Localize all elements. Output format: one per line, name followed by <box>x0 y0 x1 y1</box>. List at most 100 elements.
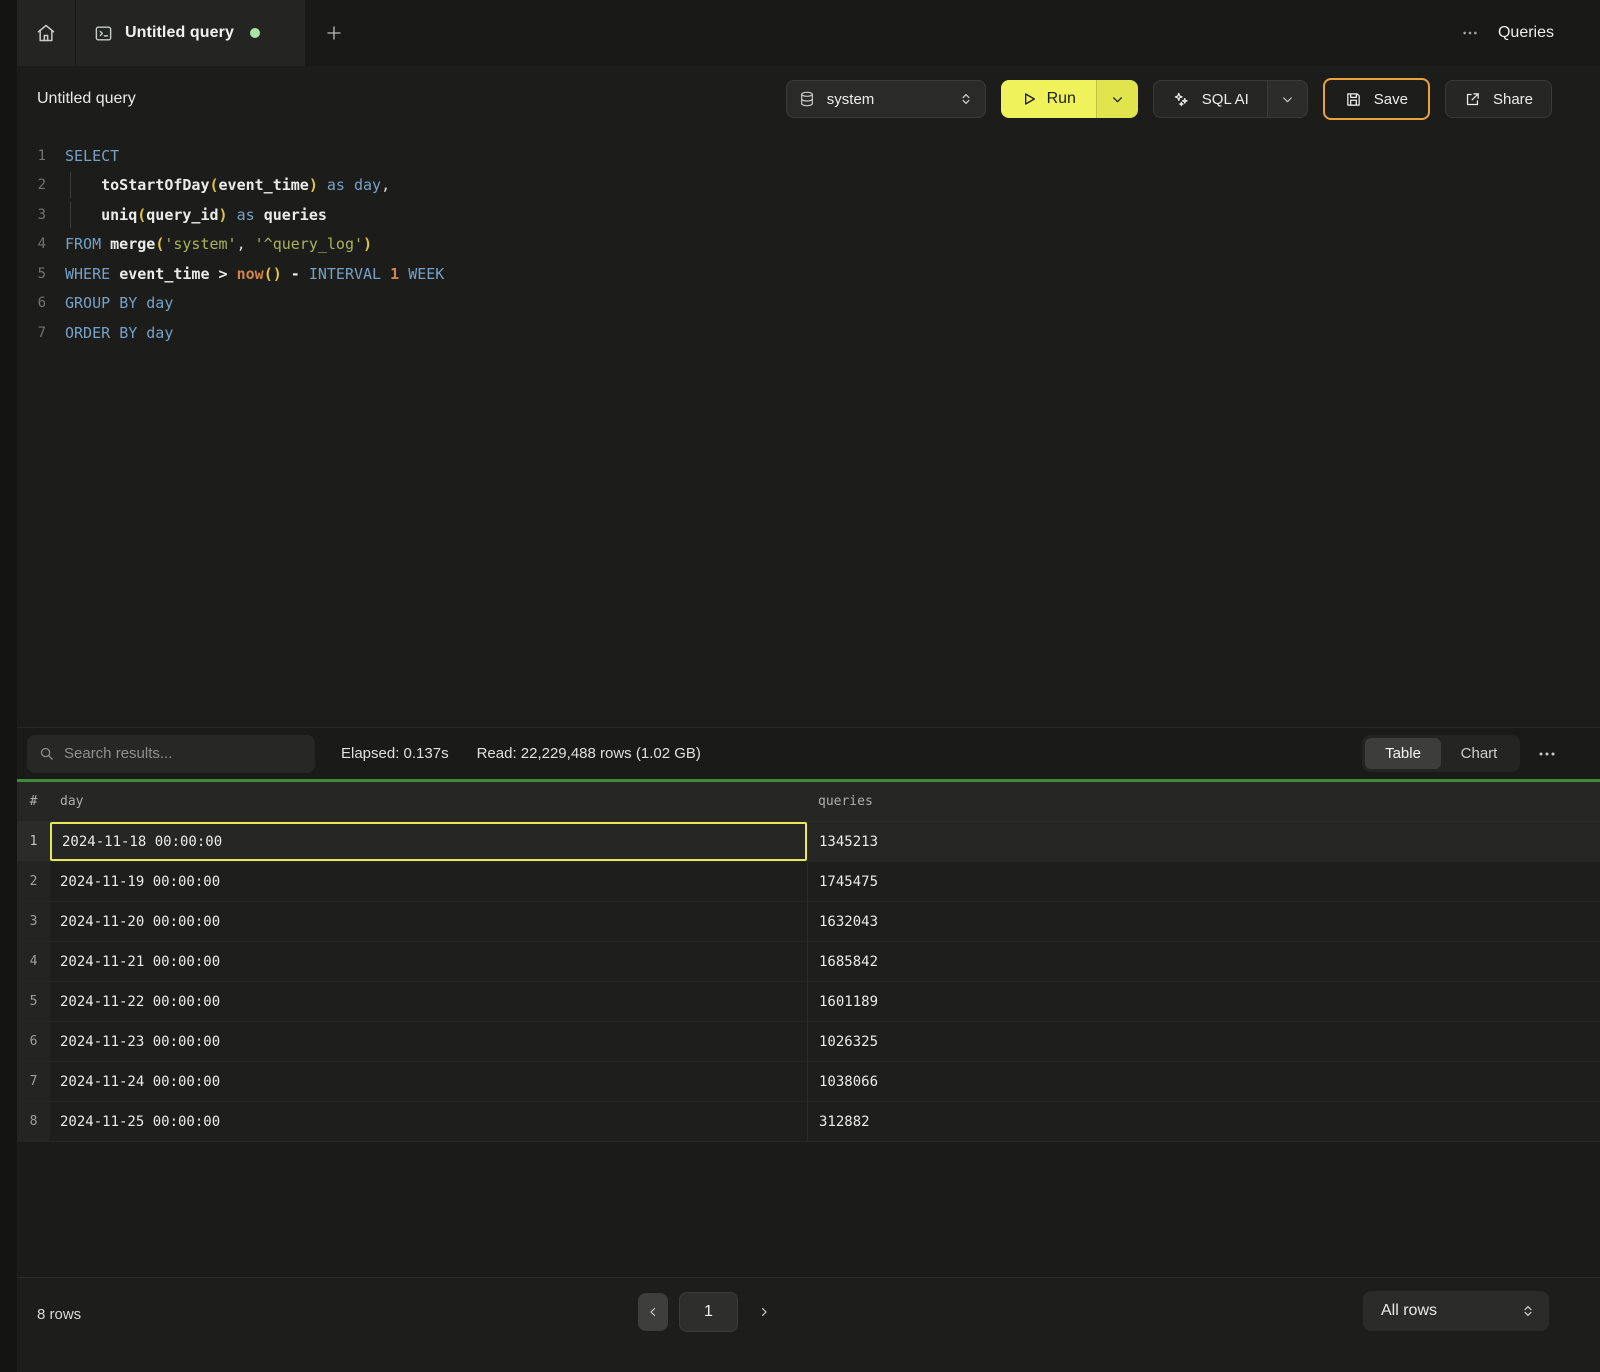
sql-ai-options-button[interactable] <box>1267 81 1307 117</box>
table-row: 12024-11-18 00:00:001345213 <box>17 822 1600 862</box>
day-cell[interactable]: 2024-11-20 00:00:00 <box>50 902 807 941</box>
share-button[interactable]: Share <box>1445 80 1552 118</box>
search-results-input[interactable] <box>64 745 303 762</box>
row-index-cell[interactable]: 4 <box>17 942 50 981</box>
toolbar-actions: system Run <box>786 78 1552 120</box>
search-icon <box>39 746 54 761</box>
queries-button[interactable]: Queries <box>1498 24 1554 42</box>
terminal-icon <box>94 24 113 43</box>
day-cell[interactable]: 2024-11-23 00:00:00 <box>50 1022 807 1061</box>
results-toolbar: Elapsed: 0.137s Read: 22,229,488 rows (1… <box>0 727 1600 779</box>
ellipsis-icon <box>1538 745 1556 763</box>
page-size-selector[interactable]: All rows <box>1363 1291 1549 1331</box>
results-empty-space <box>0 1142 1600 1277</box>
chevron-updown-icon <box>1521 1303 1535 1319</box>
row-count-label: 8 rows <box>37 1306 81 1323</box>
day-cell[interactable]: 2024-11-24 00:00:00 <box>50 1062 807 1101</box>
code-line[interactable]: 7ORDER BY day <box>0 318 1600 348</box>
table-row: 32024-11-20 00:00:001632043 <box>17 902 1600 942</box>
code-line[interactable]: 2 toStartOfDay(event_time) as day, <box>0 171 1600 201</box>
column-header-day[interactable]: day <box>50 794 807 809</box>
sparkles-icon <box>1172 90 1190 108</box>
elapsed-stat: Elapsed: 0.137s <box>341 745 449 762</box>
queries-cell[interactable]: 1038066 <box>807 1062 1600 1101</box>
view-toggle: Table Chart <box>1362 735 1520 772</box>
sql-editor[interactable]: 1SELECT2 toStartOfDay(event_time) as day… <box>0 132 1600 727</box>
tabbar-right-group: Queries <box>1462 0 1600 66</box>
code-text: WHERE event_time > now() - INTERVAL 1 WE… <box>46 265 444 283</box>
pagination: 1 <box>638 1292 779 1332</box>
left-edge-gutter <box>0 0 17 1372</box>
column-header-queries[interactable]: queries <box>807 794 1600 809</box>
table-row: 42024-11-21 00:00:001685842 <box>17 942 1600 982</box>
chevron-down-icon <box>1111 93 1124 106</box>
queries-cell[interactable]: 1601189 <box>807 982 1600 1021</box>
day-cell[interactable]: 2024-11-25 00:00:00 <box>50 1102 807 1141</box>
page-size-value: All rows <box>1381 1302 1521 1320</box>
tab-overflow-button[interactable] <box>1462 25 1478 41</box>
code-text: uniq(query_id) as queries <box>46 206 327 224</box>
code-line[interactable]: 3 uniq(query_id) as queries <box>0 200 1600 230</box>
tab-bar: Untitled query Queries <box>0 0 1600 66</box>
day-cell[interactable]: 2024-11-21 00:00:00 <box>50 942 807 981</box>
sql-ai-button-label: SQL AI <box>1202 91 1249 108</box>
sql-ai-button-group: SQL AI <box>1153 80 1308 118</box>
sql-console-window: Untitled query Queries Untitled query <box>0 0 1600 1372</box>
row-index-cell[interactable]: 5 <box>17 982 50 1021</box>
sql-ai-button[interactable]: SQL AI <box>1154 81 1267 117</box>
tab-title: Untitled query <box>125 24 234 42</box>
table-row: 62024-11-23 00:00:001026325 <box>17 1022 1600 1062</box>
code-line[interactable]: 6GROUP BY day <box>0 289 1600 319</box>
day-cell-selected[interactable]: 2024-11-18 00:00:00 <box>50 822 807 861</box>
share-button-label: Share <box>1493 91 1533 108</box>
row-index-cell[interactable]: 2 <box>17 862 50 901</box>
queries-cell[interactable]: 1685842 <box>807 942 1600 981</box>
row-index-cell[interactable]: 3 <box>17 902 50 941</box>
results-table: # day queries 12024-11-18 00:00:00134521… <box>17 782 1600 1142</box>
page-title: Untitled query <box>37 90 136 108</box>
previous-page-button[interactable] <box>638 1293 668 1331</box>
home-button[interactable] <box>17 0 76 66</box>
run-button-label: Run <box>1047 90 1076 108</box>
queries-cell[interactable]: 1026325 <box>807 1022 1600 1061</box>
unsaved-changes-dot <box>250 28 260 38</box>
column-header-index[interactable]: # <box>17 794 50 809</box>
queries-cell[interactable]: 1745475 <box>807 862 1600 901</box>
code-line[interactable]: 5WHERE event_time > now() - INTERVAL 1 W… <box>0 259 1600 289</box>
results-table-body: 12024-11-18 00:00:00134521322024-11-19 0… <box>17 822 1600 1142</box>
search-results-box[interactable] <box>27 735 315 773</box>
database-selector[interactable]: system <box>786 80 986 118</box>
next-page-button[interactable] <box>749 1293 779 1331</box>
chevron-left-icon <box>647 1306 659 1318</box>
new-tab-button[interactable] <box>305 0 363 66</box>
save-button[interactable]: Save <box>1323 78 1430 120</box>
day-cell[interactable]: 2024-11-22 00:00:00 <box>50 982 807 1021</box>
save-button-label: Save <box>1374 91 1408 108</box>
row-index-cell[interactable]: 7 <box>17 1062 50 1101</box>
chevron-updown-icon <box>959 91 973 107</box>
queries-cell[interactable]: 1345213 <box>807 822 1600 861</box>
run-options-button[interactable] <box>1096 80 1138 118</box>
results-footer: 8 rows 1 All rows <box>0 1277 1600 1372</box>
row-index-cell[interactable]: 1 <box>17 822 50 861</box>
code-line[interactable]: 4FROM merge('system', '^query_log') <box>0 230 1600 260</box>
run-button[interactable]: Run <box>1001 80 1096 118</box>
queries-cell[interactable]: 312882 <box>807 1102 1600 1141</box>
query-toolbar: Untitled query system Run <box>0 66 1600 132</box>
current-page-button[interactable]: 1 <box>679 1292 738 1332</box>
code-text: SELECT <box>46 147 119 165</box>
ellipsis-icon <box>1462 25 1478 41</box>
table-row: 22024-11-19 00:00:001745475 <box>17 862 1600 902</box>
queries-cell[interactable]: 1632043 <box>807 902 1600 941</box>
view-toggle-table[interactable]: Table <box>1365 738 1441 769</box>
code-line[interactable]: 1SELECT <box>0 141 1600 171</box>
view-toggle-chart[interactable]: Chart <box>1441 738 1517 769</box>
code-text: FROM merge('system', '^query_log') <box>46 235 372 253</box>
home-icon <box>36 23 56 43</box>
day-cell[interactable]: 2024-11-19 00:00:00 <box>50 862 807 901</box>
save-icon <box>1345 91 1362 108</box>
results-more-button[interactable] <box>1538 745 1556 763</box>
row-index-cell[interactable]: 8 <box>17 1102 50 1141</box>
row-index-cell[interactable]: 6 <box>17 1022 50 1061</box>
tab-untitled-query[interactable]: Untitled query <box>76 0 305 66</box>
